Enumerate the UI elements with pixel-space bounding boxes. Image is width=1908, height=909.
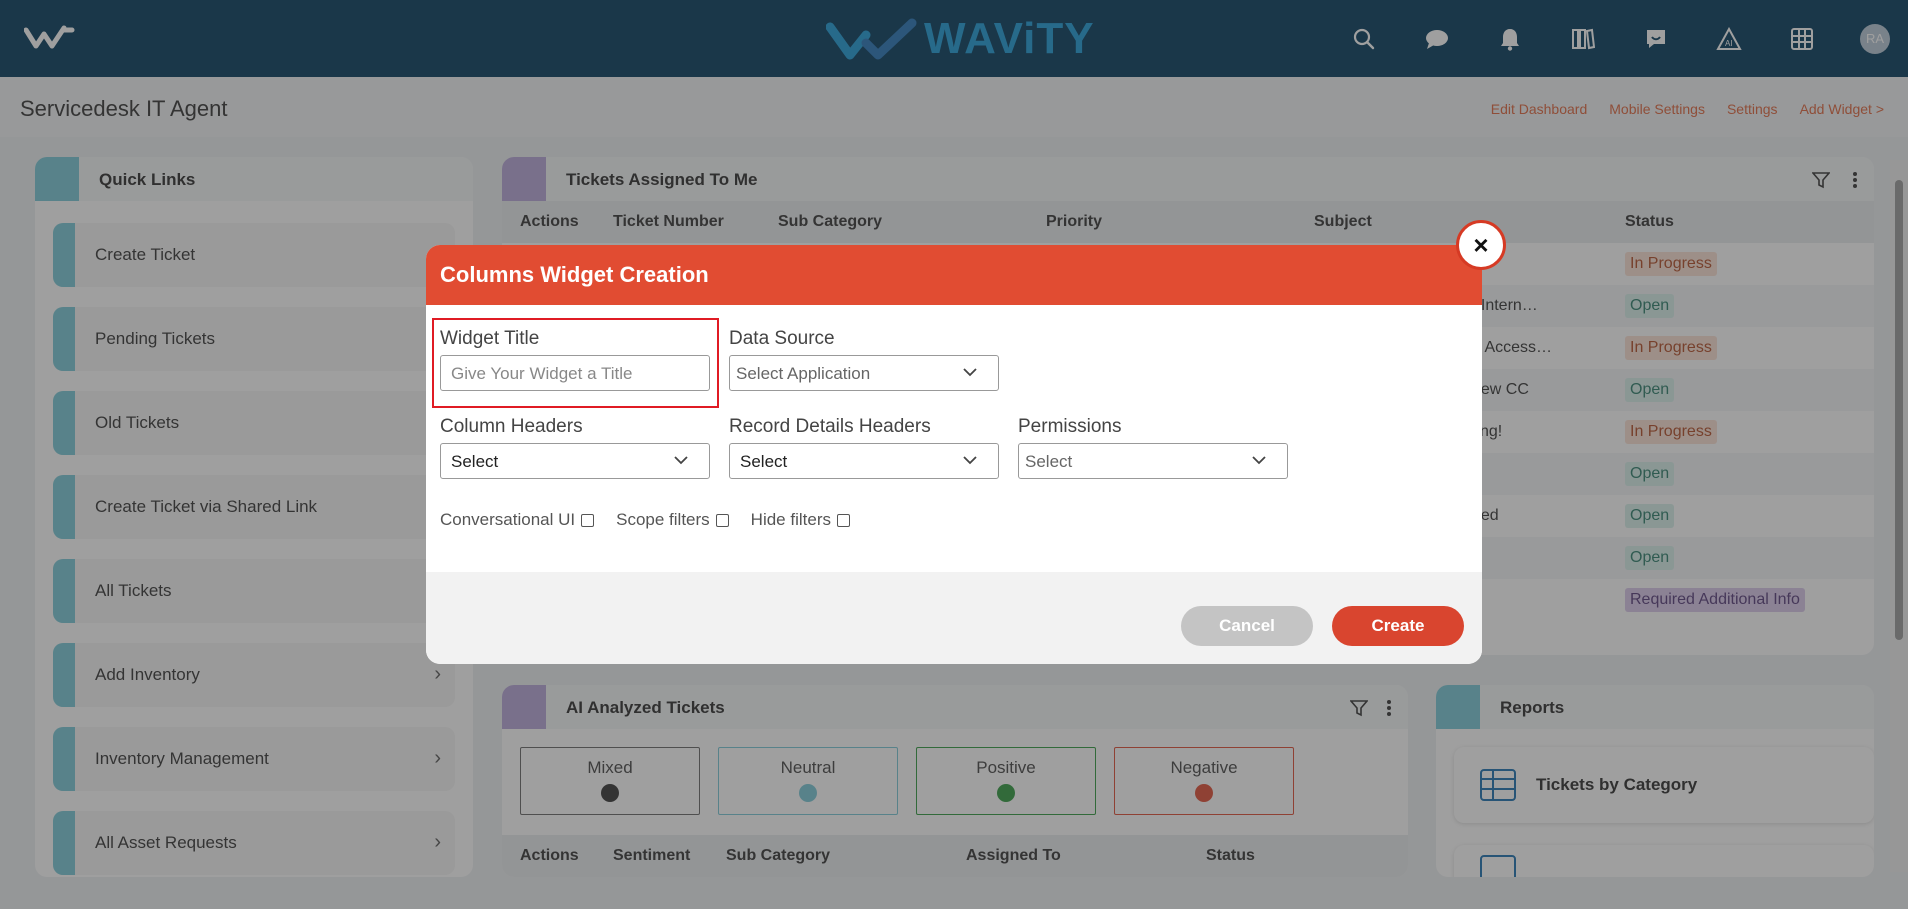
modal-header: Columns Widget Creation [426,245,1482,305]
columns-widget-modal: Columns Widget Creation Widget Title Giv… [426,245,1482,664]
chevron-down-icon [963,456,977,465]
record-details-value: Select [740,452,788,471]
chevron-down-icon [674,456,688,465]
create-button[interactable]: Create [1332,606,1464,646]
cancel-button[interactable]: Cancel [1181,606,1313,646]
options-checkbox-row: Conversational UI Scope filters Hide fil… [440,510,872,530]
record-details-label: Record Details Headers [729,416,931,437]
column-headers-value: Select [451,452,499,471]
column-headers-label: Column Headers [440,416,583,437]
scope-filters-checkbox[interactable] [715,513,729,527]
scope-filters-label: Scope filters [616,510,710,529]
data-source-value: Select Application [736,364,871,383]
hide-filters-checkbox[interactable] [836,513,850,527]
data-source-label: Data Source [729,328,835,349]
conversational-ui-label: Conversational UI [440,510,576,529]
modal-title: Columns Widget Creation [440,262,709,287]
conversational-ui-checkbox[interactable] [581,513,595,527]
data-source-select[interactable]: Select Application [729,355,999,391]
hide-filters-option: Hide filters [751,510,850,530]
permissions-label: Permissions [1018,416,1122,437]
close-modal-button[interactable]: × [1456,220,1506,270]
column-headers-select[interactable]: Select [440,443,710,479]
scope-filters-option: Scope filters [616,510,729,530]
record-details-select[interactable]: Select [729,443,999,479]
modal-footer: Cancel Create [426,572,1482,664]
widget-title-label: Widget Title [440,328,540,349]
widget-title-placeholder: Give Your Widget a Title [451,364,633,383]
hide-filters-label: Hide filters [750,510,831,529]
widget-title-input[interactable]: Give Your Widget a Title [440,355,710,391]
conversational-ui-option: Conversational UI [440,510,595,530]
chevron-down-icon [1252,456,1266,465]
permissions-value: Select [1025,452,1073,471]
permissions-select[interactable]: Select [1018,443,1288,479]
chevron-down-icon [963,368,977,377]
